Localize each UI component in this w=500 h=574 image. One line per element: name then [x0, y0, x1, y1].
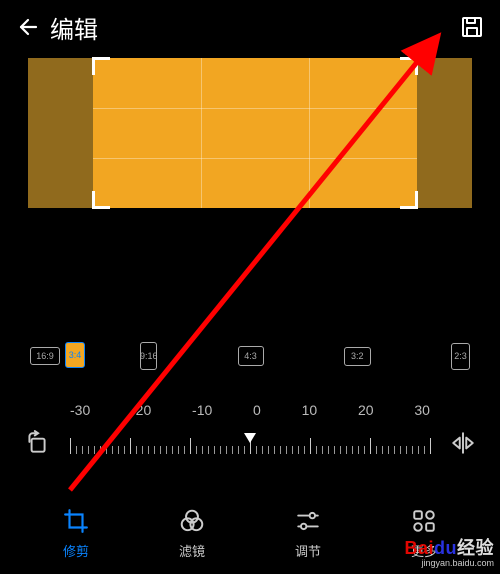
- watermark: Baidu经验 jingyan.baidu.com: [404, 534, 494, 568]
- ruler-label: -30: [70, 402, 90, 418]
- watermark-text: du: [434, 538, 457, 558]
- aspect-ratio-label: 3:2: [351, 352, 364, 361]
- nav-label: 调节: [295, 541, 321, 560]
- sliders-icon: [295, 508, 321, 534]
- nav-filters[interactable]: 滤镜: [178, 507, 206, 560]
- aspect-ratio-3-4[interactable]: 3:4: [65, 342, 85, 368]
- rotation-ruler[interactable]: [70, 432, 430, 462]
- mirror-button[interactable]: [448, 428, 478, 458]
- nav-label: 修剪: [63, 541, 89, 560]
- ruler-label: 30: [414, 402, 430, 418]
- page-title: 编辑: [50, 10, 98, 45]
- ruler-label: -10: [192, 402, 212, 418]
- aspect-ratio-label: 2:3: [454, 352, 467, 361]
- aspect-ratio-16-9[interactable]: 16:9: [30, 347, 60, 365]
- crop-icon: [63, 508, 89, 534]
- ruler-label: 10: [302, 402, 318, 418]
- nav-crop[interactable]: 修剪: [62, 507, 90, 560]
- ruler-label: 0: [253, 402, 261, 418]
- save-button[interactable]: [458, 13, 486, 41]
- mirror-icon: [450, 430, 476, 456]
- crop-handle-bl[interactable]: [92, 191, 110, 209]
- arrow-left-icon: [16, 15, 40, 39]
- ruler-label: -20: [131, 402, 151, 418]
- crop-handle-br[interactable]: [400, 191, 418, 209]
- nav-adjust[interactable]: 调节: [294, 507, 322, 560]
- crop-handle-tr[interactable]: [400, 57, 418, 75]
- nav-label: 滤镜: [179, 541, 205, 560]
- ruler-center-mark: [244, 430, 256, 448]
- aspect-ratio-label: 16:9: [36, 352, 54, 361]
- aspect-ratio-4-3[interactable]: 4:3: [238, 346, 264, 366]
- aspect-ratio-3-2[interactable]: 3:2: [344, 347, 371, 366]
- aspect-ratio-label: 4:3: [244, 352, 257, 361]
- aspect-ratio-label: 9:16: [140, 352, 158, 361]
- aspect-ratio-label: 3:4: [69, 351, 82, 360]
- aspect-ratio-9-16[interactable]: 9:16: [140, 342, 157, 370]
- watermark-text: Bai: [404, 538, 434, 558]
- crop-preview[interactable]: [28, 58, 472, 208]
- crop-selection[interactable]: [93, 58, 417, 208]
- filters-icon: [179, 508, 205, 534]
- rotate-icon: [24, 430, 50, 456]
- ruler-labels: -30 -20 -10 0 10 20 30: [70, 402, 430, 418]
- watermark-text: 经验: [457, 538, 494, 558]
- back-button[interactable]: [14, 13, 42, 41]
- aspect-ratio-strip: 16:9 9:16 4:3 3:4 3:2 2:3: [0, 342, 500, 370]
- save-icon: [460, 15, 484, 39]
- ruler-label: 20: [358, 402, 374, 418]
- crop-handle-tl[interactable]: [92, 57, 110, 75]
- aspect-ratio-2-3[interactable]: 2:3: [451, 343, 470, 370]
- apps-grid-icon: [411, 508, 437, 534]
- rotate-button[interactable]: [22, 428, 52, 458]
